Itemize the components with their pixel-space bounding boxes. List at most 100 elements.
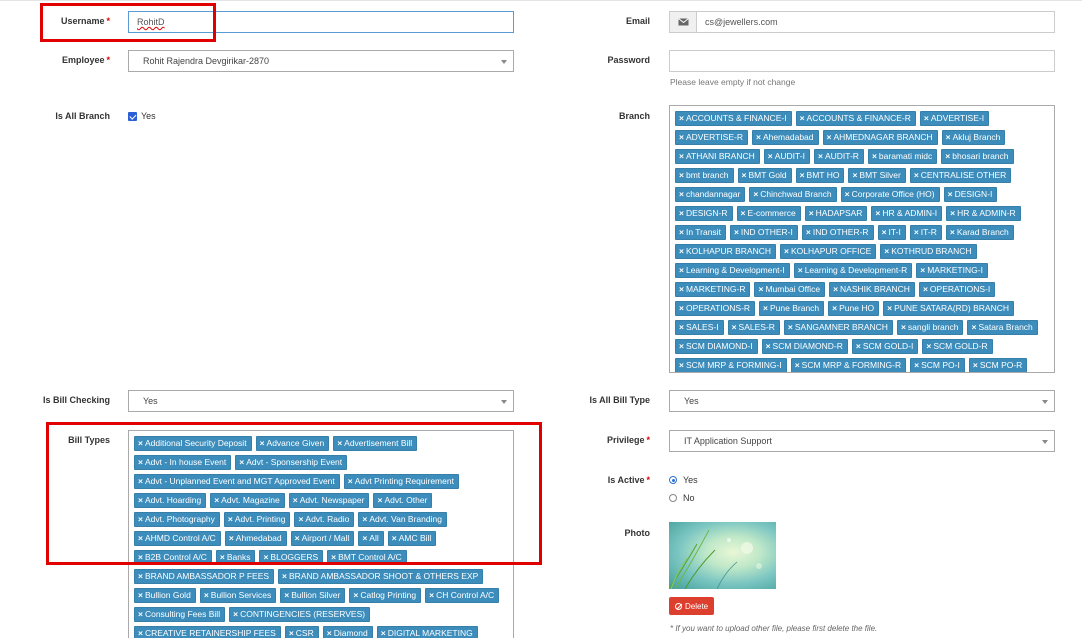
remove-tag-icon[interactable]: × xyxy=(679,322,684,332)
remove-tag-icon[interactable]: × xyxy=(887,303,892,313)
remove-tag-icon[interactable]: × xyxy=(766,341,771,351)
remove-tag-icon[interactable]: × xyxy=(795,360,800,370)
remove-tag-icon[interactable]: × xyxy=(284,590,289,600)
remove-tag-icon[interactable]: × xyxy=(679,341,684,351)
is-all-branch-checkbox[interactable] xyxy=(128,112,137,121)
is-active-yes-radio[interactable] xyxy=(669,476,677,484)
remove-tag-icon[interactable]: × xyxy=(233,609,238,619)
remove-tag-icon[interactable]: × xyxy=(679,113,684,123)
delete-photo-button[interactable]: Delete xyxy=(669,597,715,615)
remove-tag-icon[interactable]: × xyxy=(800,170,805,180)
remove-tag-icon[interactable]: × xyxy=(971,322,976,332)
remove-tag-icon[interactable]: × xyxy=(882,227,887,237)
remove-tag-icon[interactable]: × xyxy=(788,322,793,332)
remove-tag-icon[interactable]: × xyxy=(679,265,684,275)
tag-label: CONTINGENCIES (RESERVES) xyxy=(240,609,366,619)
remove-tag-icon[interactable]: × xyxy=(948,189,953,199)
remove-tag-icon[interactable]: × xyxy=(679,151,684,161)
remove-tag-icon[interactable]: × xyxy=(679,189,684,199)
remove-tag-icon[interactable]: × xyxy=(138,628,143,638)
remove-tag-icon[interactable]: × xyxy=(833,284,838,294)
delete-label: Delete xyxy=(685,601,709,611)
remove-tag-icon[interactable]: × xyxy=(679,246,684,256)
branch-multiselect[interactable]: × ACCOUNTS & FINANCE-I × ACCOUNTS & FINANCE… xyxy=(669,105,1055,373)
password-input[interactable] xyxy=(669,50,1055,72)
employee-select[interactable]: Rohit Rajendra Devgirikar-2870 xyxy=(128,50,514,72)
remove-tag-icon[interactable]: × xyxy=(679,208,684,218)
selected-tag: × SCM DIAMOND-I xyxy=(675,339,758,354)
remove-tag-icon[interactable]: × xyxy=(679,360,684,370)
remove-tag-icon[interactable]: × xyxy=(914,360,919,370)
tag-label: ADVERTISE-R xyxy=(685,132,743,142)
remove-tag-icon[interactable]: × xyxy=(768,151,773,161)
remove-tag-icon[interactable]: × xyxy=(884,246,889,256)
remove-tag-icon[interactable]: × xyxy=(914,227,919,237)
tag-label: In Transit xyxy=(685,227,721,237)
remove-tag-icon[interactable]: × xyxy=(282,571,287,581)
remove-tag-icon[interactable]: × xyxy=(852,170,857,180)
remove-tag-icon[interactable]: × xyxy=(800,113,805,123)
remove-tag-icon[interactable]: × xyxy=(798,265,803,275)
remove-tag-icon[interactable]: × xyxy=(827,132,832,142)
selected-tag: × AUDIT-R xyxy=(813,149,864,164)
tag-label: Diamond xyxy=(333,628,368,638)
remove-tag-icon[interactable]: × xyxy=(679,303,684,313)
remove-tag-icon[interactable]: × xyxy=(679,227,684,237)
privilege-select[interactable]: IT Application Support xyxy=(669,430,1055,452)
remove-tag-icon[interactable]: × xyxy=(138,609,143,619)
remove-tag-icon[interactable]: × xyxy=(845,189,850,199)
remove-tag-icon[interactable]: × xyxy=(353,590,358,600)
is-all-bill-type-value: Yes xyxy=(684,396,699,406)
tag-label: Corporate Office (HO) xyxy=(851,189,935,199)
remove-tag-icon[interactable]: × xyxy=(756,132,761,142)
branch-label: Branch xyxy=(618,111,650,121)
is-bill-checking-select[interactable]: Yes xyxy=(128,390,514,412)
remove-tag-icon[interactable]: × xyxy=(950,227,955,237)
tag-label: CREATIVE RETAINERSHIP FEES xyxy=(144,628,276,638)
remove-tag-icon[interactable]: × xyxy=(734,227,739,237)
selected-tag: × ATHANI BRANCH xyxy=(675,149,760,164)
remove-tag-icon[interactable]: × xyxy=(138,590,143,600)
remove-tag-icon[interactable]: × xyxy=(784,246,789,256)
remove-tag-icon[interactable]: × xyxy=(763,303,768,313)
tag-label: Bullion Gold xyxy=(144,590,191,600)
remove-tag-icon[interactable]: × xyxy=(327,628,332,638)
tag-label: Bullion Services xyxy=(210,590,272,600)
remove-tag-icon[interactable]: × xyxy=(138,571,143,581)
remove-tag-icon[interactable]: × xyxy=(289,628,294,638)
remove-tag-icon[interactable]: × xyxy=(856,341,861,351)
remove-tag-icon[interactable]: × xyxy=(429,590,434,600)
remove-tag-icon[interactable]: × xyxy=(923,284,928,294)
remove-tag-icon[interactable]: × xyxy=(973,360,978,370)
remove-tag-icon[interactable]: × xyxy=(741,208,746,218)
remove-tag-icon[interactable]: × xyxy=(914,170,919,180)
remove-tag-icon[interactable]: × xyxy=(872,151,877,161)
email-input[interactable]: cs@jewellers.com xyxy=(696,11,1055,33)
remove-tag-icon[interactable]: × xyxy=(679,170,684,180)
tag-label: CSR xyxy=(295,628,314,638)
remove-tag-icon[interactable]: × xyxy=(818,151,823,161)
remove-tag-icon[interactable]: × xyxy=(809,208,814,218)
is-all-bill-type-select[interactable]: Yes xyxy=(669,390,1055,412)
remove-tag-icon[interactable]: × xyxy=(920,265,925,275)
remove-tag-icon[interactable]: × xyxy=(679,132,684,142)
remove-tag-icon[interactable]: × xyxy=(950,208,955,218)
remove-tag-icon[interactable]: × xyxy=(381,628,386,638)
remove-tag-icon[interactable]: × xyxy=(832,303,837,313)
remove-tag-icon[interactable]: × xyxy=(742,170,747,180)
remove-tag-icon[interactable]: × xyxy=(732,322,737,332)
tag-label: KOTHRUD BRANCH xyxy=(891,246,972,256)
remove-tag-icon[interactable]: × xyxy=(926,341,931,351)
remove-tag-icon[interactable]: × xyxy=(875,208,880,218)
remove-tag-icon[interactable]: × xyxy=(679,284,684,294)
remove-tag-icon[interactable]: × xyxy=(901,322,906,332)
remove-tag-icon[interactable]: × xyxy=(924,113,929,123)
remove-tag-icon[interactable]: × xyxy=(758,284,763,294)
remove-tag-icon[interactable]: × xyxy=(204,590,209,600)
remove-tag-icon[interactable]: × xyxy=(945,151,950,161)
is-active-no-radio[interactable] xyxy=(669,494,677,502)
remove-tag-icon[interactable]: × xyxy=(753,189,758,199)
selected-tag: × ACCOUNTS & FINANCE-I xyxy=(675,111,792,126)
remove-tag-icon[interactable]: × xyxy=(806,227,811,237)
remove-tag-icon[interactable]: × xyxy=(946,132,951,142)
